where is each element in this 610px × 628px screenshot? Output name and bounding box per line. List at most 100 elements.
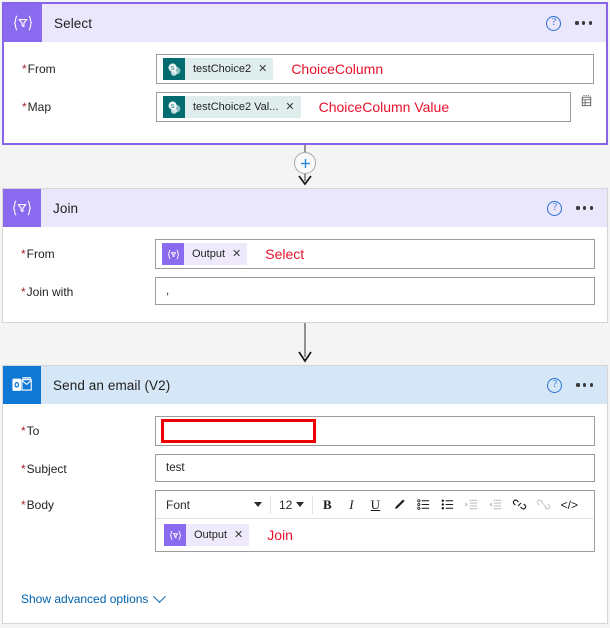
required-asterisk: * — [21, 498, 26, 512]
row-label-from: *From — [22, 62, 56, 76]
token-body: testChoice2 ✕ — [185, 58, 274, 80]
italic-icon[interactable]: I — [339, 492, 363, 518]
code-view-icon[interactable]: </> — [555, 492, 583, 518]
font-family-label: Font — [166, 497, 191, 512]
help-icon[interactable]: ? — [546, 15, 562, 31]
token-testchoice2[interactable]: S testChoice2 ✕ — [163, 58, 274, 80]
connector-join-to-email — [0, 323, 610, 365]
row-label-body: *Body — [21, 498, 55, 512]
help-icon[interactable]: ? — [547, 200, 563, 216]
card-select-actions: ? — [546, 15, 606, 31]
card-join-body: *From Output ✕ Select *Join with , — [3, 227, 607, 319]
bold-icon[interactable]: B — [315, 492, 339, 518]
required-asterisk: * — [22, 100, 27, 114]
sharepoint-icon: S — [163, 58, 185, 80]
card-join-title: Join — [53, 200, 79, 216]
token-label: testChoice2 Val... — [193, 101, 279, 113]
select-filter-icon — [4, 4, 42, 42]
token-body: testChoice2 Val... ✕ — [185, 96, 301, 118]
bulleted-list-icon[interactable] — [411, 492, 435, 518]
more-options-icon[interactable] — [576, 206, 593, 210]
underline-icon[interactable]: U — [363, 492, 387, 518]
show-advanced-options-link[interactable]: Show advanced options — [21, 589, 167, 606]
card-select-title: Select — [54, 15, 93, 31]
join-filter-icon — [3, 189, 41, 227]
card-send-an-email-actions: ? — [547, 377, 607, 393]
more-options-icon[interactable] — [575, 21, 592, 25]
unlink-icon[interactable] — [531, 492, 555, 518]
outdent-icon[interactable] — [483, 492, 507, 518]
card-select-header[interactable]: Select ? — [4, 4, 606, 42]
token-remove-icon[interactable]: ✕ — [232, 248, 241, 260]
text-color-pen-icon[interactable] — [387, 492, 411, 518]
numbered-list-icon[interactable] — [435, 492, 459, 518]
card-join-header[interactable]: Join ? — [3, 189, 607, 227]
divider — [270, 495, 271, 514]
row-email-body: *Body Font 12 B I U </> Output ✕ Join — [3, 486, 607, 556]
show-advanced-options-label: Show advanced options — [21, 592, 149, 606]
connector-select-to-join — [0, 145, 610, 188]
chevron-down-icon — [153, 589, 167, 603]
annotation-select: Select — [265, 246, 305, 262]
row-select-map: *Map S testChoice2 Val... ✕ ChoiceColumn… — [4, 88, 606, 126]
row-join-with: *Join with , — [3, 273, 607, 309]
token-label: Output — [192, 248, 226, 260]
row-join-from: *From Output ✕ Select — [3, 235, 607, 273]
card-send-an-email[interactable]: Send an email (V2) ? *To *Subject test *… — [2, 365, 608, 624]
rich-text-toolbar: Font 12 B I U </> — [156, 491, 594, 519]
required-asterisk: * — [21, 247, 26, 261]
row-label-to: *To — [21, 424, 40, 438]
email-subject-value: test — [166, 462, 185, 474]
token-remove-icon[interactable]: ✕ — [285, 101, 294, 113]
font-size-label: 12 — [279, 497, 293, 512]
row-label-join-with: *Join with — [21, 285, 74, 299]
required-asterisk: * — [21, 285, 26, 299]
select-output-icon — [162, 243, 184, 265]
font-size-dropdown[interactable]: 12 — [273, 492, 310, 518]
select-map-input[interactable]: S testChoice2 Val... ✕ ChoiceColumn Valu… — [156, 92, 571, 122]
token-remove-icon[interactable]: ✕ — [258, 63, 267, 75]
email-to-input[interactable] — [155, 416, 595, 446]
token-remove-icon[interactable]: ✕ — [234, 529, 243, 541]
card-select[interactable]: Select ? *From S testChoice2 ✕ ChoiceCol… — [2, 2, 608, 145]
join-from-input[interactable]: Output ✕ Select — [155, 239, 595, 269]
indent-icon[interactable] — [459, 492, 483, 518]
row-label-map: *Map — [22, 100, 52, 114]
token-testchoice2-value[interactable]: S testChoice2 Val... ✕ — [163, 96, 301, 118]
required-asterisk: * — [21, 462, 26, 476]
switch-to-text-mode-icon[interactable] — [578, 92, 594, 108]
email-body-content[interactable]: Output ✕ Join — [156, 519, 594, 551]
card-select-body: *From S testChoice2 ✕ ChoiceColumn *Map … — [4, 42, 606, 136]
chevron-down-icon — [254, 502, 262, 507]
add-step-plus-button[interactable] — [294, 152, 316, 174]
font-family-dropdown[interactable]: Font — [160, 492, 268, 518]
svg-text:S: S — [170, 66, 174, 72]
join-with-input[interactable]: , — [155, 277, 595, 305]
card-send-an-email-header[interactable]: Send an email (V2) ? — [3, 366, 607, 404]
select-output-icon — [164, 524, 186, 546]
chevron-down-icon — [296, 502, 305, 507]
link-icon[interactable] — [507, 492, 531, 518]
token-body: Output ✕ — [184, 243, 248, 265]
row-email-subject: *Subject test — [3, 450, 607, 486]
email-body-editor[interactable]: Font 12 B I U </> Output ✕ Join — [155, 490, 595, 552]
more-options-icon[interactable] — [576, 383, 593, 387]
token-label: testChoice2 — [193, 63, 252, 75]
sharepoint-icon: S — [163, 96, 185, 118]
annotation-choicecolumn: ChoiceColumn — [291, 61, 384, 77]
svg-text:S: S — [170, 104, 174, 110]
token-select-output[interactable]: Output ✕ — [162, 243, 248, 265]
token-join-output[interactable]: Output ✕ — [164, 524, 250, 546]
row-email-to: *To — [3, 412, 607, 450]
outlook-icon — [3, 366, 41, 404]
help-icon[interactable]: ? — [547, 377, 563, 393]
row-label-from: *From — [21, 247, 55, 261]
required-asterisk: * — [22, 62, 27, 76]
row-label-subject: *Subject — [21, 462, 67, 476]
annotation-join: Join — [267, 527, 293, 543]
annotation-choicecolumn-value: ChoiceColumn Value — [318, 99, 450, 115]
select-from-input[interactable]: S testChoice2 ✕ ChoiceColumn — [156, 54, 594, 84]
email-subject-input[interactable]: test — [155, 454, 595, 482]
card-join[interactable]: Join ? *From Output ✕ Select *Join with … — [2, 188, 608, 323]
card-send-an-email-body: *To *Subject test *Body Font 12 B I U </… — [3, 404, 607, 606]
